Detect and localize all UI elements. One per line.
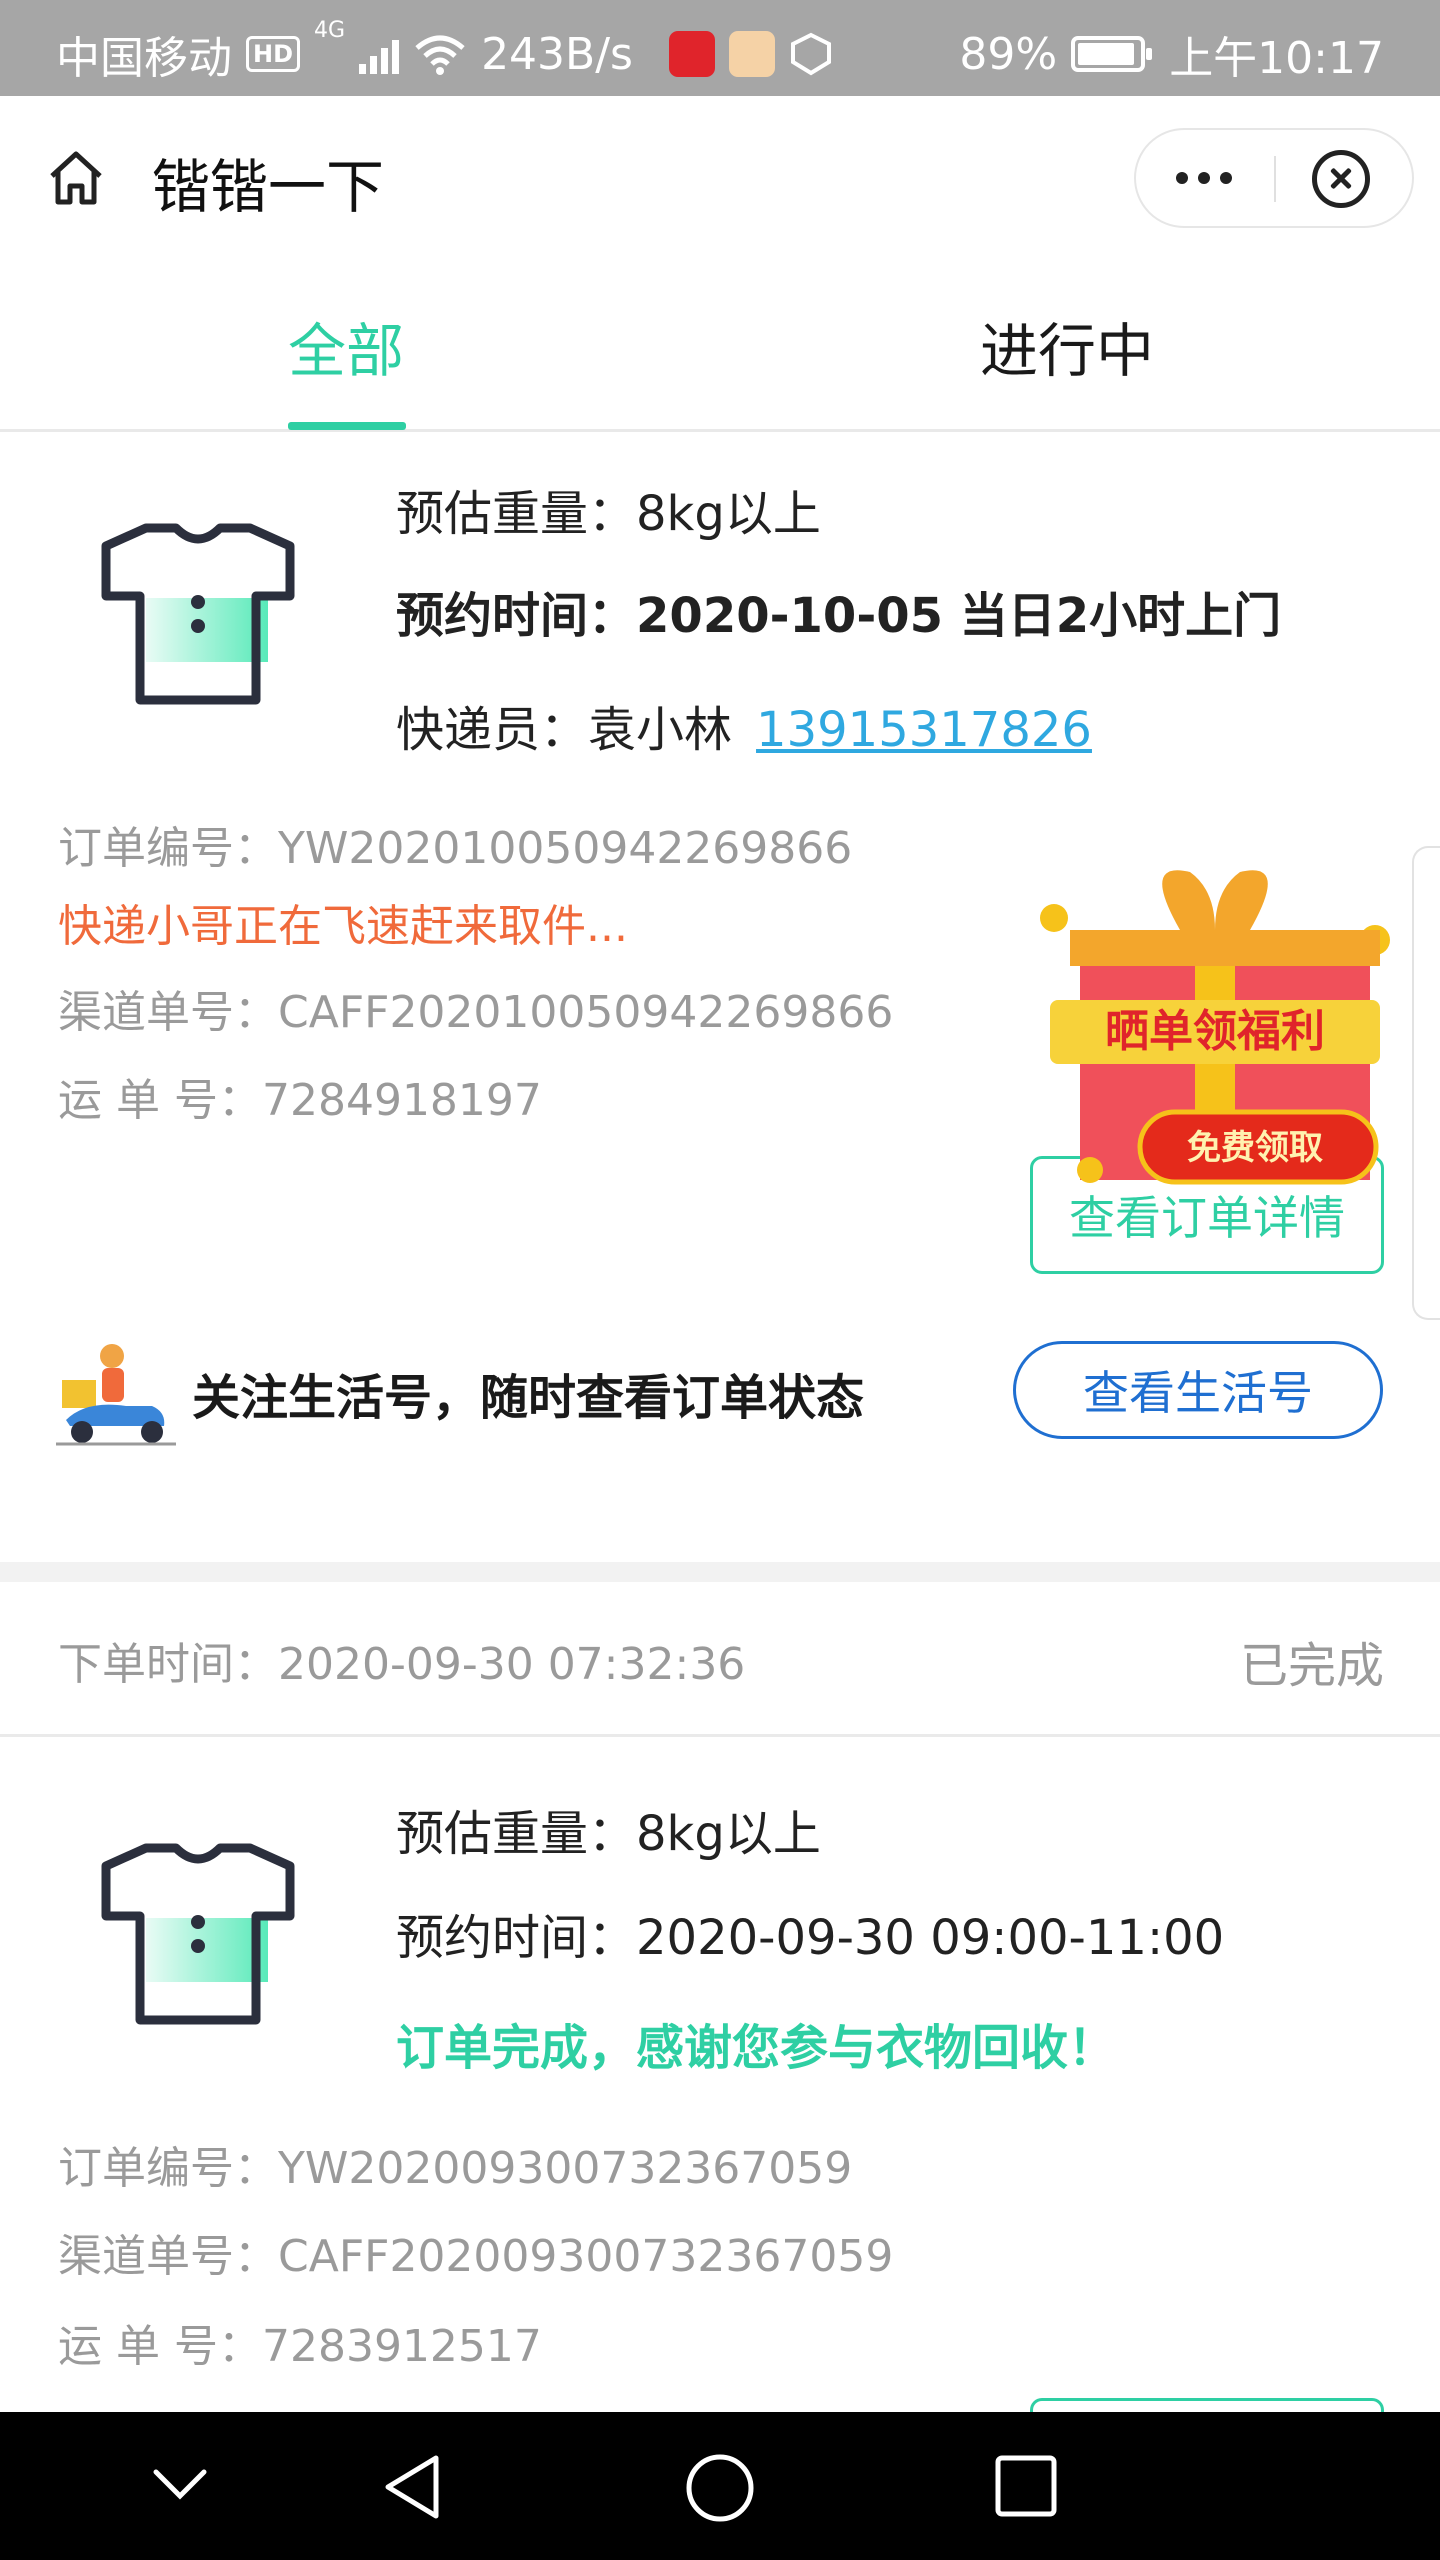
battery-icon (1071, 36, 1153, 72)
app-notification-icon (668, 31, 715, 77)
estimated-weight: 预估重量：8kg以上 (396, 1806, 821, 1862)
order-tabs: 全部 进行中 (0, 262, 1440, 432)
chevron-down-icon[interactable] (150, 2464, 210, 2504)
tab-all[interactable]: 全部 (288, 304, 404, 388)
shirt-icon (101, 1843, 295, 2025)
capsule-menu (1134, 128, 1414, 228)
battery-percent: 89% (959, 28, 1058, 80)
clock: 上午10:17 (1169, 33, 1384, 84)
status-bar: 中国移动 HD 4G 243B/s 89% 上午10:17 (0, 0, 1440, 96)
active-tab-indicator (288, 422, 406, 430)
waybill-number: 运 单 号：7284918197 (58, 1075, 542, 1126)
mini-program-navbar: 锴锴一下 (0, 96, 1440, 262)
signal-icon (359, 34, 400, 74)
placed-time: 下单时间：2020-09-30 07:32:36 (58, 1639, 746, 1690)
order-number: 订单编号：YW202009300732367059 (58, 2143, 853, 2194)
appointment-time: 预约时间：2020-09-30 09:00-11:00 (396, 1910, 1225, 1966)
courier-scooter-icon (56, 1344, 176, 1446)
courier-info: 快递员：袁小林 13915317826 (396, 702, 1092, 758)
order-status: 已完成 (1239, 1638, 1384, 1694)
gift-icon[interactable]: 晒单领福利 免费领取 (1030, 850, 1400, 1200)
view-life-account-button[interactable]: 查看生活号 (1013, 1341, 1383, 1439)
appointment-time: 预约时间：2020-10-05 当日2小时上门 (396, 588, 1282, 644)
section-divider (0, 1562, 1440, 1582)
home-icon[interactable] (44, 146, 108, 210)
progress-message: 快递小哥正在飞速赶来取件... (58, 901, 628, 952)
close-icon[interactable] (1312, 150, 1370, 208)
shirt-icon (101, 523, 295, 705)
hd-badge: HD (246, 36, 301, 72)
capsule-divider (1274, 156, 1276, 202)
recent-apps-icon[interactable] (994, 2454, 1058, 2518)
carrier-label: 中国移动 (56, 33, 232, 84)
channel-number: 渠道单号：CAFF202009300732367059 (58, 2231, 894, 2282)
system-navigation-bar (0, 2412, 1440, 2560)
more-icon[interactable] (1136, 130, 1272, 226)
wifi-icon (415, 35, 465, 75)
home-circle-icon[interactable] (684, 2452, 756, 2524)
channel-number: 渠道单号：CAFF202010050942269866 (58, 987, 894, 1038)
gift-title: 晒单领福利 (1105, 1006, 1325, 1057)
page-title: 锴锴一下 (152, 153, 385, 221)
waybill-number: 运 单 号：7283912517 (58, 2321, 542, 2372)
follow-prompt: 关注生活号，随时查看订单状态 (192, 1370, 865, 1426)
network-type: 4G (314, 18, 346, 43)
courier-phone-link[interactable]: 13915317826 (756, 702, 1092, 758)
estimated-weight: 预估重量：8kg以上 (396, 486, 821, 542)
gift-cta: 免费领取 (1187, 1128, 1323, 1168)
back-icon[interactable] (378, 2452, 448, 2522)
side-drawer-tab[interactable] (1412, 846, 1440, 1320)
completion-message: 订单完成，感谢您参与衣物回收！ (396, 2020, 1117, 2076)
network-speed: 243B/s (481, 28, 633, 80)
order-number: 订单编号：YW202010050942269866 (58, 823, 853, 874)
header-divider (0, 1734, 1440, 1737)
shield-icon (790, 32, 831, 76)
tab-in-progress[interactable]: 进行中 (980, 304, 1154, 388)
app-notification-icon (728, 31, 775, 77)
